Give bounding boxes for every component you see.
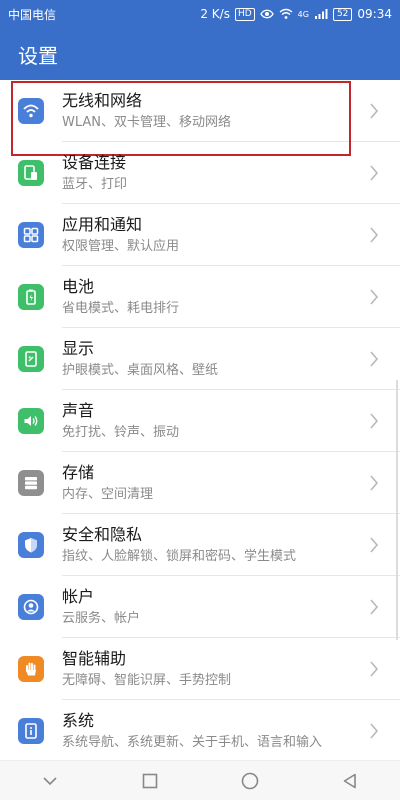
settings-item-subtitle: 无障碍、智能识屏、手势控制 [62, 672, 232, 688]
display-icon [18, 346, 44, 372]
settings-item-system[interactable]: 系统 系统导航、系统更新、关于手机、语言和输入 [0, 700, 400, 760]
chevron-right-icon [362, 471, 386, 495]
chevron-right-icon [362, 657, 386, 681]
settings-item-apps-notifications[interactable]: 应用和通知 权限管理、默认应用 [0, 204, 400, 266]
chevron-right-icon [362, 409, 386, 433]
settings-item-title: 显示 [62, 338, 95, 358]
hd-badge: HD [234, 7, 255, 21]
device-connection-icon [18, 160, 44, 186]
home-button[interactable] [235, 766, 265, 796]
settings-item-sound[interactable]: 声音 免打扰、铃声、振动 [0, 390, 400, 452]
back-button[interactable] [335, 766, 365, 796]
settings-item-device-connection[interactable]: 设备连接 蓝牙、打印 [0, 142, 400, 204]
sound-icon [18, 408, 44, 434]
wifi-icon [18, 98, 44, 124]
triangle-back-icon [343, 773, 356, 788]
hand-icon [18, 656, 44, 682]
settings-item-wireless-network[interactable]: 无线和网络 WLAN、双卡管理、移动网络 [0, 80, 400, 156]
chevron-down-icon [43, 776, 57, 785]
settings-item-subtitle: 省电模式、耗电排行 [62, 300, 180, 316]
battery-level: 52 [332, 7, 353, 21]
settings-item-account[interactable]: 帐户 云服务、帐户 [0, 576, 400, 638]
settings-item-subtitle: 免打扰、铃声、振动 [62, 424, 180, 440]
settings-item-display[interactable]: 显示 护眼模式、桌面风格、壁纸 [0, 328, 400, 390]
settings-item-subtitle: 系统导航、系统更新、关于手机、语言和输入 [62, 734, 323, 750]
chevron-right-icon [362, 223, 386, 247]
settings-list: 无线和网络 WLAN、双卡管理、移动网络 设备连接 蓝牙、打印 应用和通知 权限… [0, 80, 400, 760]
settings-item-subtitle: 云服务、帐户 [62, 610, 141, 626]
battery-icon [18, 284, 44, 310]
settings-item-smart-assistance[interactable]: 智能辅助 无障碍、智能识屏、手势控制 [0, 638, 400, 700]
settings-item-subtitle: 指纹、人脸解锁、锁屏和密码、学生模式 [62, 548, 297, 564]
navigation-bar [0, 760, 400, 800]
settings-item-title: 系统 [62, 710, 95, 730]
scrollbar[interactable] [396, 380, 398, 640]
recents-button[interactable] [135, 766, 165, 796]
chevron-right-icon [362, 595, 386, 619]
chevron-right-icon [362, 533, 386, 557]
status-bar: 中国电信 2 K/s HD 4G 52 09:34 [0, 0, 400, 28]
clock: 09:34 [357, 7, 392, 21]
settings-item-subtitle: 权限管理、默认应用 [62, 238, 180, 254]
square-icon [142, 773, 158, 788]
settings-item-subtitle: WLAN、双卡管理、移动网络 [62, 114, 232, 130]
apps-grid-icon [18, 222, 44, 248]
settings-item-subtitle: 内存、空间清理 [62, 486, 154, 502]
settings-item-storage[interactable]: 存储 内存、空间清理 [0, 452, 400, 514]
chevron-right-icon [362, 285, 386, 309]
storage-icon [18, 470, 44, 496]
shield-icon [18, 532, 44, 558]
settings-item-subtitle: 蓝牙、打印 [62, 176, 128, 192]
settings-item-title: 存储 [62, 462, 95, 482]
page-title: 设置 [18, 43, 58, 68]
settings-item-title: 智能辅助 [62, 648, 127, 668]
settings-item-security-privacy[interactable]: 安全和隐私 指纹、人脸解锁、锁屏和密码、学生模式 [0, 514, 400, 576]
chevron-right-icon [362, 161, 386, 185]
carrier-name: 中国电信 [8, 7, 57, 22]
network-type: 4G [297, 9, 309, 19]
settings-item-title: 安全和隐私 [62, 524, 143, 544]
settings-item-title: 帐户 [62, 586, 95, 606]
circle-icon [241, 772, 259, 789]
hide-navbar-button[interactable] [35, 766, 65, 796]
network-speed: 2 K/s [200, 7, 230, 21]
settings-item-title: 声音 [62, 400, 95, 420]
settings-item-title: 无线和网络 [62, 90, 143, 110]
settings-item-title: 设备连接 [62, 152, 127, 172]
account-icon [18, 594, 44, 620]
chevron-right-icon [362, 347, 386, 371]
settings-item-subtitle: 护眼模式、桌面风格、壁纸 [62, 362, 219, 378]
eye-icon [259, 9, 274, 19]
system-info-icon [18, 718, 44, 744]
chevron-right-icon [362, 99, 386, 123]
settings-item-title: 电池 [62, 276, 95, 296]
signal-icon [314, 9, 328, 19]
wifi-status-icon [279, 8, 293, 19]
settings-item-battery[interactable]: 电池 省电模式、耗电排行 [0, 266, 400, 328]
app-bar: 设置 [0, 28, 400, 80]
chevron-right-icon [362, 719, 386, 743]
settings-item-title: 应用和通知 [62, 214, 143, 234]
